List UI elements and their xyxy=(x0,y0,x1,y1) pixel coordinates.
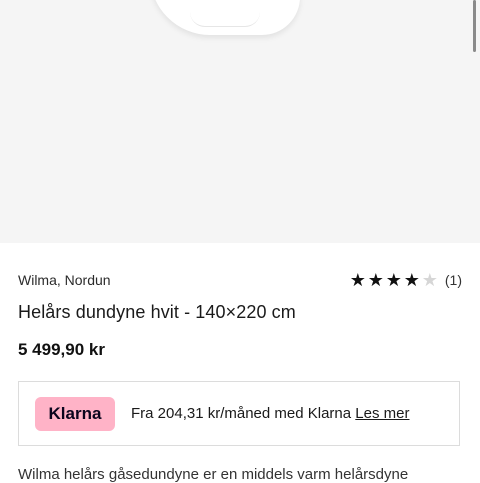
rating-count: (1) xyxy=(444,272,462,288)
klarna-text: Fra 204,31 kr/måned med Klarna xyxy=(131,405,352,422)
product-description: Wilma helårs gåsedundyne er en middels v… xyxy=(18,466,409,483)
star-icon: ★ xyxy=(403,270,420,290)
star-icon: ★ xyxy=(367,270,384,290)
product-brand: Wilma, Nordun xyxy=(18,272,111,288)
klarna-banner: Klarna Fra 204,31 kr/måned med Klarna Le… xyxy=(18,381,460,446)
product-price: 5 499,90 kr xyxy=(18,340,105,359)
klarna-read-more-link[interactable]: Les mer xyxy=(355,405,409,422)
klarna-info: Fra 204,31 kr/måned med Klarna Les mer xyxy=(131,405,409,422)
rating-stars: ★ ★ ★ ★ ★ xyxy=(349,271,439,289)
product-title: Helårs dundyne hvit - 140×220 cm xyxy=(18,302,296,322)
star-empty-icon: ★ xyxy=(421,270,438,290)
product-rating[interactable]: ★ ★ ★ ★ ★ (1) xyxy=(349,271,462,289)
product-image[interactable] xyxy=(0,0,480,243)
duvet-fold xyxy=(190,12,260,27)
star-icon: ★ xyxy=(349,270,366,290)
klarna-logo: Klarna xyxy=(35,396,115,431)
scrollbar[interactable] xyxy=(473,0,476,52)
star-icon: ★ xyxy=(385,270,402,290)
